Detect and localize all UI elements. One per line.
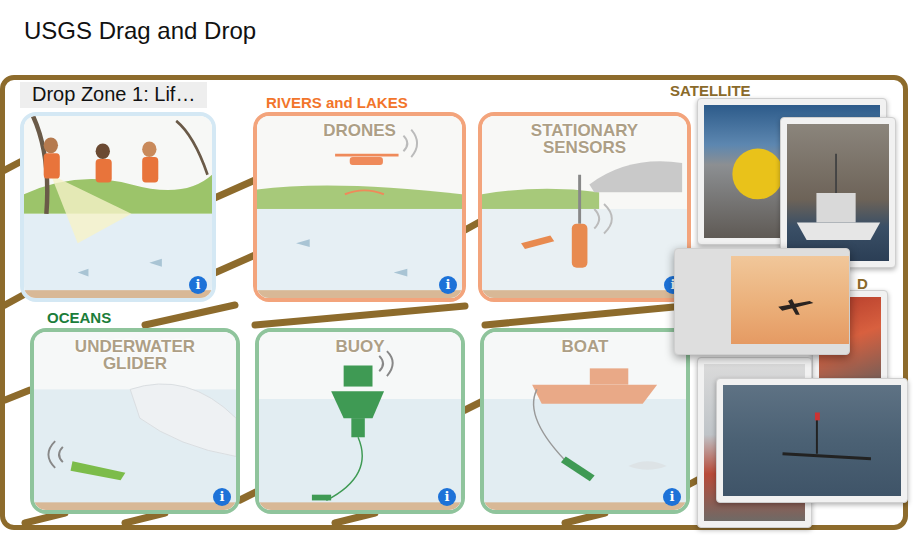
info-icon[interactable]: i — [438, 488, 456, 506]
section-label: OCEANS — [47, 310, 111, 326]
app: USGS Drag and Drop Drop Zone 1: Lif… RIVER… — [0, 0, 915, 538]
card-title: BUOY — [285, 338, 435, 355]
buoy-icon — [259, 332, 461, 510]
drop-card[interactable]: DRONES i — [253, 112, 466, 302]
card-title: DRONES — [285, 122, 435, 139]
drop-card[interactable]: BOAT i — [480, 328, 690, 514]
info-icon[interactable]: i — [663, 488, 681, 506]
boat-icon — [787, 124, 889, 261]
glider-icon — [723, 385, 901, 496]
page-title: USGS Drag and Drop — [0, 0, 915, 75]
plane-photo — [731, 256, 849, 344]
photo-card[interactable] — [674, 248, 850, 355]
photo-card[interactable] — [716, 378, 908, 503]
section-label: SATELLITE — [670, 83, 751, 99]
photo-card[interactable] — [780, 117, 896, 268]
drone-icon — [257, 116, 462, 298]
card-title: BOAT — [510, 338, 660, 355]
plane-icon — [731, 256, 849, 344]
info-icon[interactable]: i — [439, 276, 457, 294]
glider-photo — [723, 385, 901, 496]
card-title: STATIONARY SENSORS — [510, 122, 660, 156]
card-title: UNDERWATER GLIDER — [60, 338, 210, 372]
info-icon[interactable]: i — [213, 488, 231, 506]
drop-card[interactable]: i — [20, 112, 216, 302]
boat-photo — [787, 124, 889, 261]
people-icon — [24, 116, 212, 298]
info-icon[interactable]: i — [189, 276, 207, 294]
drop-card[interactable]: UNDERWATER GLIDER i — [30, 328, 240, 514]
boat-icon — [484, 332, 686, 510]
drop-zone-label[interactable]: Drop Zone 1: Lif… — [20, 82, 207, 108]
drop-card[interactable]: BUOY i — [255, 328, 465, 514]
section-label: RIVERS and LAKES — [266, 95, 408, 111]
drop-card[interactable]: STATIONARY SENSORSi — [478, 112, 691, 302]
